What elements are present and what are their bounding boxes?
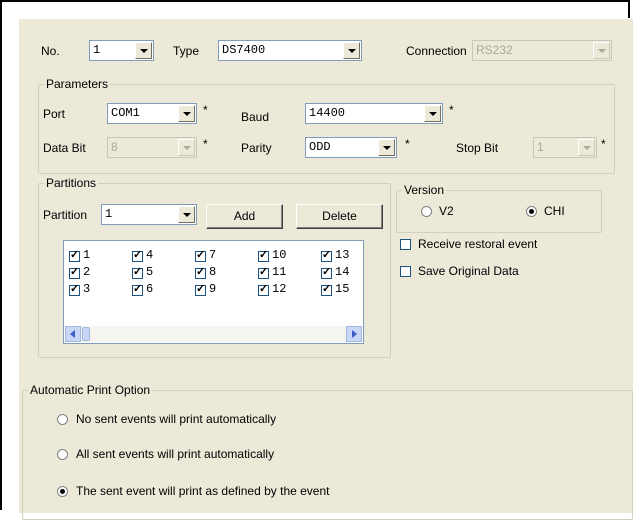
type-label: Type <box>173 44 200 58</box>
partition-checkbox[interactable] <box>321 282 332 296</box>
receive-restoral-label: Receive restoral event <box>418 237 538 251</box>
stopbit-required-mark: * <box>601 137 606 151</box>
baud-select[interactable]: 14400 <box>305 103 443 124</box>
partitions-title: Partitions <box>44 176 99 190</box>
partition-item-label: 1 <box>83 248 91 262</box>
partition-item-label: 3 <box>83 282 91 296</box>
partition-item-label: 6 <box>146 282 154 296</box>
partition-item-label: 7 <box>209 248 217 262</box>
partition-checkbox[interactable] <box>321 265 332 279</box>
print-option-radio-1[interactable] <box>57 449 68 460</box>
connection-label: Connection <box>406 44 467 58</box>
partition-checkbox[interactable] <box>132 282 143 296</box>
connection-select: RS232 <box>472 40 612 61</box>
parameters-title: Parameters <box>44 77 111 91</box>
no-value: 1 <box>93 43 101 57</box>
connection-value: RS232 <box>476 43 513 57</box>
scroll-right-icon[interactable] <box>346 326 362 342</box>
partition-checkbox[interactable] <box>321 248 332 262</box>
window-frame: No. 1 Type DS7400 Connection RS232 Param… <box>0 0 633 520</box>
partition-label: Partition <box>43 208 88 222</box>
chevron-down-icon <box>578 139 595 156</box>
type-value: DS7400 <box>222 43 266 57</box>
parity-value: ODD <box>309 140 331 154</box>
print-option-title: Automatic Print Option <box>28 383 153 397</box>
partition-checkbox[interactable] <box>195 265 206 279</box>
partition-item-label: 2 <box>83 265 91 279</box>
partition-item-label: 15 <box>335 282 350 296</box>
stopbit-value: 1 <box>537 140 544 154</box>
print-option-radio-0[interactable] <box>57 414 68 425</box>
partition-select[interactable]: 1 <box>101 204 197 225</box>
parity-label: Parity <box>241 141 272 155</box>
print-option-label-2: The sent event will print as defined by … <box>76 484 330 498</box>
parity-select[interactable]: ODD <box>305 137 397 158</box>
settings-panel: No. 1 Type DS7400 Connection RS232 Param… <box>18 18 633 520</box>
version-chi-radio[interactable] <box>526 206 537 217</box>
version-v2-label: V2 <box>439 204 454 218</box>
partition-checkbox[interactable] <box>258 265 269 279</box>
parameters-group <box>38 84 615 174</box>
partition-item-label: 13 <box>335 248 350 262</box>
chevron-down-icon[interactable] <box>343 42 360 59</box>
partitions-listbox[interactable]: 123456789101112131415 <box>63 240 364 344</box>
port-select[interactable]: COM1 <box>107 103 197 124</box>
partition-value: 1 <box>105 207 113 221</box>
partition-checkbox[interactable] <box>132 265 143 279</box>
partition-checkbox[interactable] <box>69 248 80 262</box>
save-original-checkbox[interactable] <box>400 266 411 277</box>
version-v2-radio[interactable] <box>421 206 432 217</box>
stopbit-select: 1 <box>533 137 597 158</box>
partition-checkbox[interactable] <box>258 282 269 296</box>
chevron-down-icon[interactable] <box>424 105 441 122</box>
partition-item-label: 8 <box>209 265 217 279</box>
save-original-label: Save Original Data <box>418 264 519 278</box>
chevron-down-icon[interactable] <box>178 105 195 122</box>
baud-label: Baud <box>241 110 270 124</box>
databit-select: 8 <box>107 137 197 158</box>
partition-checkbox[interactable] <box>132 248 143 262</box>
partition-checkbox[interactable] <box>69 265 80 279</box>
receive-restoral-checkbox[interactable] <box>400 239 411 250</box>
partition-checkbox[interactable] <box>195 248 206 262</box>
type-select[interactable]: DS7400 <box>218 40 362 61</box>
chevron-down-icon[interactable] <box>378 139 395 156</box>
partition-item-label: 9 <box>209 282 217 296</box>
partition-item-label: 11 <box>272 265 287 279</box>
partition-checkbox[interactable] <box>258 248 269 262</box>
partition-item-label: 5 <box>146 265 154 279</box>
databit-value: 8 <box>111 140 118 154</box>
scroll-left-icon[interactable] <box>65 326 81 342</box>
port-label: Port <box>43 107 66 121</box>
no-label: No. <box>41 44 60 58</box>
print-option-label-1: All sent events will print automatically <box>76 447 275 461</box>
print-option-radio-2[interactable] <box>57 486 68 497</box>
baud-required-mark: * <box>449 103 454 117</box>
partition-checkbox[interactable] <box>195 282 206 296</box>
partition-item-label: 10 <box>272 248 287 262</box>
version-chi-label: CHI <box>544 204 565 218</box>
chevron-down-icon[interactable] <box>178 206 195 223</box>
chevron-down-icon <box>178 139 195 156</box>
print-option-label-0: No sent events will print automatically <box>76 412 277 426</box>
partition-item-label: 4 <box>146 248 154 262</box>
partition-checkbox[interactable] <box>69 282 80 296</box>
no-select[interactable]: 1 <box>89 40 154 61</box>
add-partition-button[interactable]: Add <box>206 204 283 229</box>
databit-required-mark: * <box>203 137 208 151</box>
partition-item-label: 12 <box>272 282 287 296</box>
scroll-thumb[interactable] <box>82 327 90 341</box>
port-required-mark: * <box>203 103 208 117</box>
chevron-down-icon[interactable] <box>135 42 152 59</box>
chevron-down-icon <box>593 42 610 59</box>
databit-label: Data Bit <box>43 141 86 155</box>
partition-item-label: 14 <box>335 265 350 279</box>
baud-value: 14400 <box>309 106 346 120</box>
stopbit-label: Stop Bit <box>456 141 499 155</box>
parity-required-mark: * <box>405 137 410 151</box>
port-value: COM1 <box>111 106 140 120</box>
delete-partition-button[interactable]: Delete <box>296 204 383 229</box>
horizontal-scrollbar[interactable] <box>65 326 362 342</box>
version-title: Version <box>402 183 447 197</box>
